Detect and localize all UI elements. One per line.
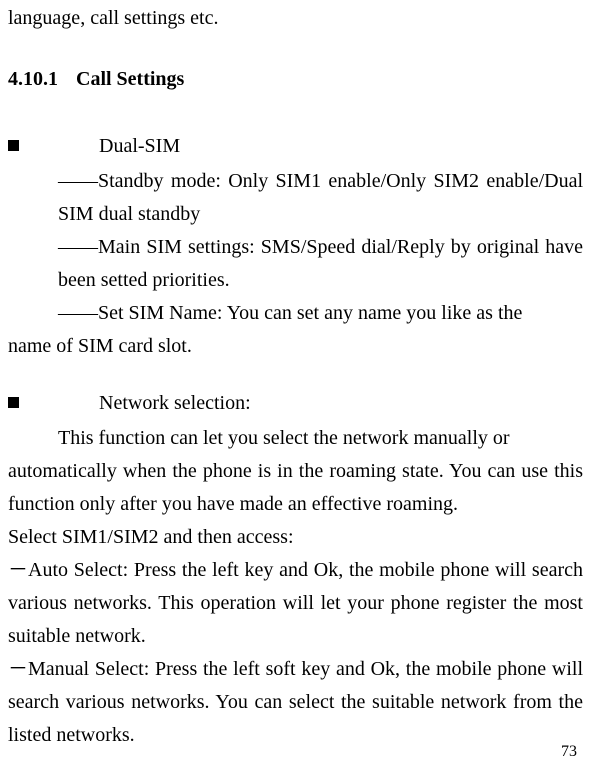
bullet-network: Network selection:: [8, 387, 583, 420]
bullet-dual-sim: Dual-SIM: [8, 130, 583, 163]
page-number: 73: [561, 739, 577, 765]
network-auto-select: －Auto Select: Press the left key and Ok,…: [8, 554, 583, 653]
network-heading: Network selection:: [99, 392, 251, 414]
section-number: 4.10.1: [8, 68, 58, 90]
section-heading: 4.10.1 Call Settings: [8, 63, 583, 96]
square-bullet-icon: [8, 397, 19, 408]
network-intro-line1: This function can let you select the net…: [8, 422, 583, 455]
section-title: Call Settings: [76, 68, 184, 90]
dual-sim-set-name-line1: ――Set SIM Name: You can set any name you…: [8, 297, 583, 330]
dual-sim-heading: Dual-SIM: [99, 135, 180, 157]
dual-sim-set-name-line2: name of SIM card slot.: [8, 330, 583, 363]
network-intro-rest: automatically when the phone is in the r…: [8, 455, 583, 521]
dual-sim-main-sim: ――Main SIM settings: SMS/Speed dial/Repl…: [8, 231, 583, 297]
network-select-line: Select SIM1/SIM2 and then access:: [8, 521, 583, 554]
dual-sim-standby: ――Standby mode: Only SIM1 enable/Only SI…: [8, 165, 583, 231]
network-manual-select: －Manual Select: Press the left soft key …: [8, 653, 583, 752]
top-fragment-line: language, call settings etc.: [8, 2, 583, 35]
square-bullet-icon: [8, 140, 19, 151]
